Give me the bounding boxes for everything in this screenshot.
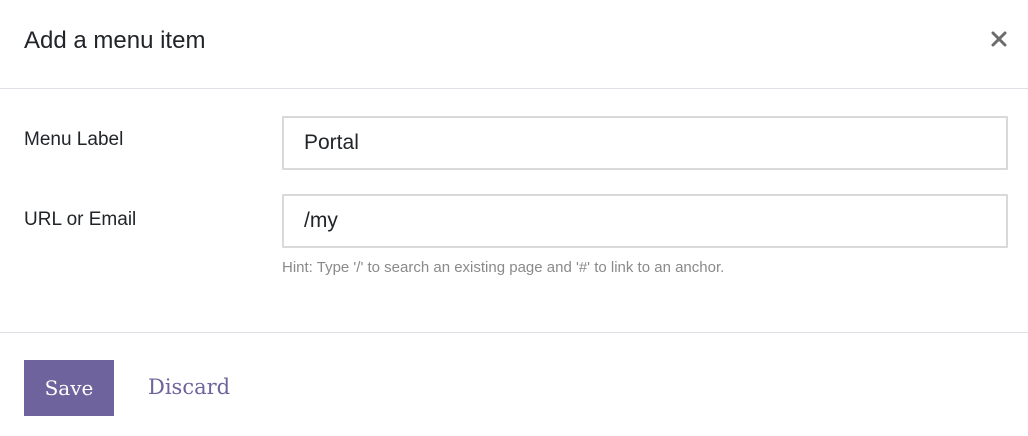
- add-menu-item-dialog: Add a menu item Menu Label URL or Email …: [0, 0, 1028, 436]
- dialog-header: Add a menu item: [0, 0, 1028, 89]
- discard-button[interactable]: Discard: [148, 373, 230, 401]
- url-input[interactable]: [282, 194, 1008, 248]
- menu-label-label: Menu Label: [24, 129, 124, 150]
- dialog-body: Menu Label URL or Email Hint: Type '/' t…: [0, 90, 1028, 332]
- url-label: URL or Email: [24, 209, 137, 230]
- dialog-title: Add a menu item: [24, 27, 206, 54]
- save-button[interactable]: Save: [24, 360, 114, 416]
- url-hint: Hint: Type '/' to search an existing pag…: [282, 259, 725, 276]
- close-icon[interactable]: [991, 31, 1007, 47]
- menu-label-input[interactable]: [282, 116, 1008, 170]
- dialog-footer: Save Discard: [0, 332, 1028, 436]
- close-button[interactable]: [986, 26, 1012, 52]
